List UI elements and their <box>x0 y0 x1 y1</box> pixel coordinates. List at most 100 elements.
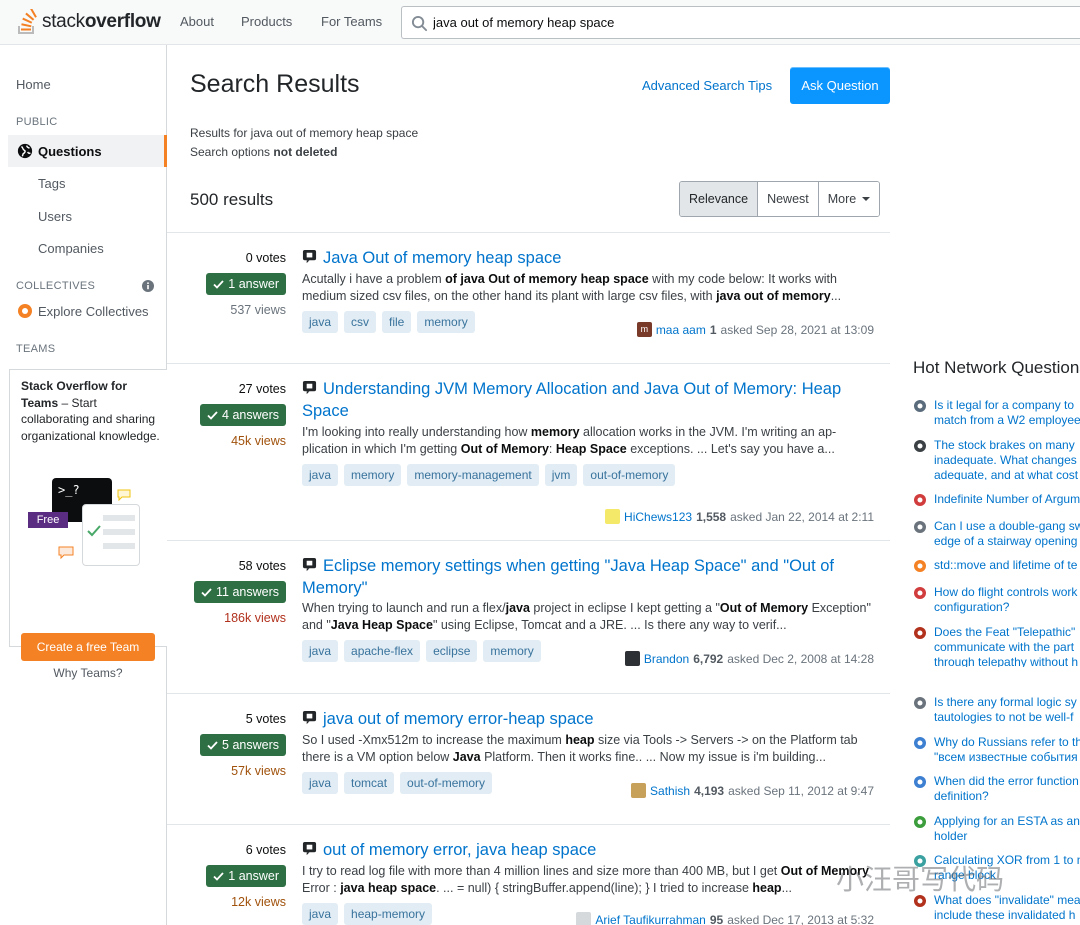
advanced-search-tips-link[interactable]: Advanced Search Tips <box>642 78 772 93</box>
question-excerpt: So I used -Xmx512m to increase the maxim… <box>302 733 858 764</box>
search-input[interactable] <box>433 7 1033 38</box>
avatar[interactable]: m <box>636 322 652 337</box>
question-excerpt: Acutally i have a problem of java Out of… <box>302 272 842 303</box>
teams-illustration-card <box>82 504 140 566</box>
tag-heap-memory[interactable]: heap-memory <box>344 903 433 925</box>
hot-question-link[interactable]: Is it legal for a company to match from … <box>934 398 1080 428</box>
hsm-icon <box>913 775 928 790</box>
check-icon <box>207 411 218 420</box>
tag-file[interactable]: file <box>382 311 412 333</box>
sidebar-item-home[interactable]: Home <box>16 77 51 92</box>
sidebar-item-tags[interactable]: Tags <box>38 176 65 191</box>
question-excerpt: I'm looking into really understanding ho… <box>302 425 837 456</box>
user-link[interactable]: Brandon <box>644 652 689 666</box>
stackoverflow-logo-icon <box>18 9 37 34</box>
user-link[interactable]: HiChews123 <box>624 510 692 524</box>
hot-question-item[interactable]: The stock brakes on many inadequate. Wha… <box>913 438 1080 480</box>
hot-question-link[interactable]: Is there any formal logic sy tautologies… <box>934 695 1080 725</box>
asked-time: asked Dec 17, 2013 at 5:32 <box>727 912 874 925</box>
watermark: 小汪哥写代码 <box>836 863 1005 896</box>
user-link[interactable]: maa aam <box>656 323 706 337</box>
chat-bubble-icon <box>58 546 74 560</box>
hot-question-link[interactable]: Does the Feat "Telepathic" communicate w… <box>934 625 1080 667</box>
tag-eclipse[interactable]: eclipse <box>426 640 478 662</box>
hot-question-item[interactable]: Does the Feat "Telepathic" communicate w… <box>913 625 1080 667</box>
tag-java[interactable]: java <box>302 640 339 662</box>
hot-question-link[interactable]: The stock brakes on many inadequate. Wha… <box>934 438 1080 480</box>
divider <box>167 540 890 541</box>
hot-question-item[interactable]: Is it legal for a company to match from … <box>913 398 1080 440</box>
hot-question-link[interactable]: Indefinite Number of Argum <box>934 492 1080 507</box>
tag-apache-flex[interactable]: apache-flex <box>344 640 421 662</box>
sidebar-item-users[interactable]: Users <box>38 209 72 224</box>
create-team-button[interactable]: Create a free Team <box>21 633 155 661</box>
hot-question-item[interactable]: How do flight controls work configuratio… <box>913 585 1080 627</box>
hot-question-item[interactable]: Can I use a double-gang sw edge of a sta… <box>913 519 1080 561</box>
user-link[interactable]: Sathish <box>650 784 690 798</box>
site-logo[interactable]: stackoverflow <box>16 8 161 36</box>
nav-about[interactable]: About <box>180 14 214 29</box>
question-title-link[interactable]: Understanding JVM Memory Allocation and … <box>302 378 862 422</box>
sidebar-item-explore-collectives[interactable]: Explore Collectives <box>38 304 149 319</box>
gear-icon <box>913 520 928 535</box>
tag-out-of-memory[interactable]: out-of-memory <box>400 772 493 794</box>
reputation: 4,193 <box>694 783 725 798</box>
tag-memory[interactable]: memory <box>483 640 541 662</box>
tag-java[interactable]: java <box>302 311 339 333</box>
avatar[interactable] <box>631 783 647 798</box>
page-title: Search Results <box>190 70 360 98</box>
check-icon <box>207 741 218 750</box>
sort-newest-button[interactable]: Newest <box>758 182 819 216</box>
chat-bubble-icon <box>117 489 131 501</box>
ask-question-button[interactable]: Ask Question <box>790 67 890 104</box>
hot-question-link[interactable]: How do flight controls work configuratio… <box>934 585 1080 615</box>
bike-icon <box>913 439 928 454</box>
tag-java[interactable]: java <box>302 464 339 486</box>
question-tags: java tomcat out-of-memory <box>302 772 493 794</box>
stackoverflow-icon <box>913 559 928 574</box>
sort-relevance-button[interactable]: Relevance <box>680 182 759 216</box>
caret-down-icon <box>862 197 871 201</box>
hot-question-link[interactable]: When did the error function definition? <box>934 774 1080 804</box>
question-title-link[interactable]: java out of memory error-heap space <box>302 708 862 730</box>
tag-memory-management[interactable]: memory-management <box>407 464 539 486</box>
why-teams-link[interactable]: Why Teams? <box>21 666 155 680</box>
hot-question-link[interactable]: std::move and lifetime of te <box>934 558 1080 573</box>
tag-jvm[interactable]: jvm <box>544 464 578 486</box>
search-box[interactable] <box>401 6 1080 39</box>
avatar[interactable] <box>576 912 592 925</box>
hot-question-item[interactable]: When did the error function definition? <box>913 774 1080 816</box>
hot-question-item[interactable]: Why do Russians refer to th "всем извест… <box>913 735 1080 777</box>
check-icon <box>213 280 224 289</box>
asked-time: asked Sep 28, 2021 at 13:09 <box>720 322 874 337</box>
tag-memory[interactable]: memory <box>344 464 402 486</box>
tag-csv[interactable]: csv <box>344 311 377 333</box>
nav-for-teams[interactable]: For Teams <box>321 14 382 29</box>
hot-question-link[interactable]: Why do Russians refer to th "всем извест… <box>934 735 1080 765</box>
question-title-link[interactable]: Eclipse memory settings when getting "Ja… <box>302 555 862 599</box>
sidebar-item-companies[interactable]: Companies <box>38 241 104 256</box>
avatar[interactable] <box>605 509 621 524</box>
tag-tomcat[interactable]: tomcat <box>344 772 395 794</box>
tag-memory[interactable]: memory <box>417 311 475 333</box>
sort-more-button[interactable]: More <box>818 182 880 216</box>
hot-question-item[interactable]: Applying for an ESTA as an holder <box>913 814 1080 856</box>
sidebar-item-questions[interactable]: Questions <box>8 135 167 167</box>
question-title-link[interactable]: Java Out of memory heap space <box>302 247 862 269</box>
question-owner: Brandon 6,792 asked Dec 2, 2008 at 14:28 <box>624 651 874 666</box>
view-count: 186k views <box>224 611 286 625</box>
question-title-link[interactable]: out of memory error, java heap space <box>302 839 862 861</box>
hot-question-link[interactable]: Applying for an ESTA as an holder <box>934 814 1080 844</box>
sort-toggle-group: Relevance Newest More <box>679 181 881 217</box>
user-link[interactable]: Arief Taufikurrahman <box>595 913 706 925</box>
nav-products[interactable]: Products <box>241 14 292 29</box>
tag-java[interactable]: java <box>302 903 339 925</box>
answer-count-badge: 5 answers <box>200 734 286 756</box>
tag-java[interactable]: java <box>302 772 339 794</box>
hot-question-link[interactable]: Can I use a double-gang sw edge of a sta… <box>934 519 1080 549</box>
tag-out-of-memory[interactable]: out-of-memory <box>583 464 676 486</box>
avatar[interactable] <box>624 651 640 666</box>
info-icon[interactable] <box>142 280 154 292</box>
hot-question-item[interactable]: Is there any formal logic sy tautologies… <box>913 695 1080 737</box>
teams-promo: Stack Overflow for Teams – Start collabo… <box>9 369 167 680</box>
